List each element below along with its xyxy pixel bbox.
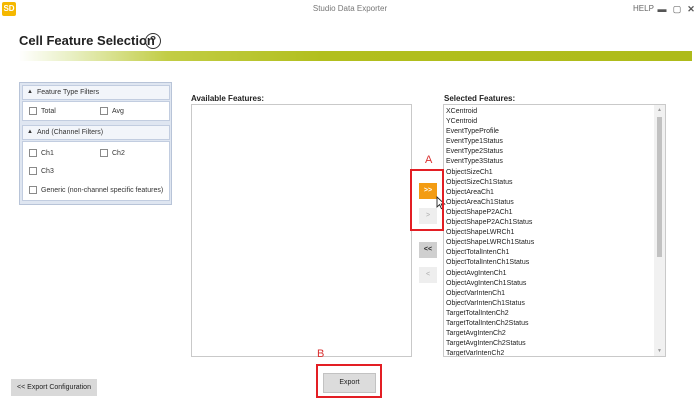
list-item[interactable]: ObjectAvgIntenCh1Status <box>446 279 651 289</box>
selected-features-scrollbar[interactable]: ▲ ▼ <box>654 105 665 356</box>
channel-filters-title: And (Channel Filters) <box>37 129 104 136</box>
list-item[interactable]: YCentroid <box>446 117 651 127</box>
collapse-triangle-icon[interactable]: ▲ <box>27 86 33 99</box>
channel-filters-body: Ch1 Ch2 Ch3 Generic (non-channel specifi… <box>22 141 170 201</box>
checkbox-avg[interactable] <box>100 107 108 115</box>
list-item[interactable]: ObjectSizeCh1Status <box>446 178 651 188</box>
list-item[interactable]: TargetTotalIntenCh2 <box>446 309 651 319</box>
close-icon[interactable]: ✕ <box>686 3 696 15</box>
filter-ch2[interactable]: Ch2 <box>100 149 125 158</box>
list-item[interactable]: ObjectShapeLWRCh1 <box>446 228 651 238</box>
list-item[interactable]: ObjectVarIntenCh1 <box>446 289 651 299</box>
list-item[interactable]: ObjectShapeP2ACh1 <box>446 208 651 218</box>
scroll-thumb[interactable] <box>657 117 662 257</box>
collapse-triangle-icon[interactable]: ▲ <box>27 126 33 139</box>
help-icon[interactable]: ? <box>145 33 161 49</box>
available-features-label: Available Features: <box>191 94 265 103</box>
filter-total-label: Total <box>41 108 56 115</box>
list-item[interactable]: ObjectShapeLWRCh1Status <box>446 238 651 248</box>
page-title: Cell Feature Selection <box>19 33 155 48</box>
annotation-label-b: B <box>317 348 325 360</box>
export-configuration-button[interactable]: << Export Configuration <box>11 379 97 396</box>
checkbox-ch2[interactable] <box>100 149 108 157</box>
list-item[interactable]: TargetAvgIntenCh2Status <box>446 339 651 349</box>
selected-features-label: Selected Features: <box>444 94 516 103</box>
list-item[interactable]: ObjectAreaCh1Status <box>446 198 651 208</box>
list-item[interactable]: TargetTotalIntenCh2Status <box>446 319 651 329</box>
filter-ch1-label: Ch1 <box>41 150 54 157</box>
window-title: Studio Data Exporter <box>312 4 388 13</box>
list-item[interactable]: ObjectVarIntenCh1Status <box>446 299 651 309</box>
channel-filters-header[interactable]: ▲ And (Channel Filters) <box>22 125 170 140</box>
selected-features-list[interactable]: XCentroid YCentroid EventTypeProfile EventT… <box>443 104 666 357</box>
filter-avg-label: Avg <box>112 108 124 115</box>
list-item[interactable]: ObjectAvgIntenCh1 <box>446 269 651 279</box>
filter-total[interactable]: Total <box>29 107 56 116</box>
checkbox-total[interactable] <box>29 107 37 115</box>
remove-button[interactable]: < <box>419 267 437 283</box>
filter-ch1[interactable]: Ch1 <box>29 149 54 158</box>
filter-generic[interactable]: Generic (non-channel specific features) <box>29 186 163 195</box>
selected-features-items: XCentroid YCentroid EventTypeProfile EventT… <box>446 107 651 356</box>
list-item[interactable]: TargetAvgIntenCh2 <box>446 329 651 339</box>
checkbox-ch3[interactable] <box>29 167 37 175</box>
remove-all-button[interactable]: << <box>419 242 437 258</box>
filter-ch2-label: Ch2 <box>112 150 125 157</box>
scroll-up-icon[interactable]: ▲ <box>654 105 665 115</box>
list-item[interactable]: EventType3Status <box>446 157 651 167</box>
annotation-box-a <box>410 169 444 231</box>
available-features-list[interactable] <box>191 104 412 357</box>
maximize-icon[interactable]: ▢ <box>672 3 682 15</box>
checkbox-ch1[interactable] <box>29 149 37 157</box>
filter-avg[interactable]: Avg <box>100 107 124 116</box>
scroll-down-icon[interactable]: ▼ <box>654 346 665 356</box>
header-accent-bar <box>19 51 692 61</box>
list-item[interactable]: ObjectSizeCh1 <box>446 168 651 178</box>
list-item[interactable]: EventType2Status <box>446 147 651 157</box>
list-item[interactable]: EventTypeProfile <box>446 127 651 137</box>
checkbox-generic[interactable] <box>29 186 37 194</box>
list-item[interactable]: XCentroid <box>446 107 651 117</box>
filter-ch3[interactable]: Ch3 <box>29 167 54 176</box>
title-bar: SD Studio Data Exporter HELP ▬ ▢ ✕ <box>0 0 700 19</box>
list-item[interactable]: ObjectShapeP2ACh1Status <box>446 218 651 228</box>
list-item[interactable]: ObjectAreaCh1 <box>446 188 651 198</box>
help-link[interactable]: HELP <box>633 4 654 13</box>
list-item[interactable]: EventType1Status <box>446 137 651 147</box>
filter-ch3-label: Ch3 <box>41 168 54 175</box>
feature-type-filters-title: Feature Type Filters <box>37 89 100 96</box>
feature-type-filters-body: Total Avg <box>22 101 170 121</box>
filter-generic-label: Generic (non-channel specific features) <box>41 187 164 194</box>
feature-type-filters-header[interactable]: ▲ Feature Type Filters <box>22 85 170 100</box>
list-item[interactable]: TargetVarIntenCh2 <box>446 349 651 356</box>
minimize-icon[interactable]: ▬ <box>657 3 667 15</box>
annotation-label-a: A <box>425 154 433 166</box>
export-button[interactable]: Export <box>323 373 376 393</box>
list-item[interactable]: ObjectTotalIntenCh1 <box>446 248 651 258</box>
list-item[interactable]: ObjectTotalIntenCh1Status <box>446 258 651 268</box>
filter-panel: ▲ Feature Type Filters Total Avg ▲ And (… <box>19 82 172 205</box>
